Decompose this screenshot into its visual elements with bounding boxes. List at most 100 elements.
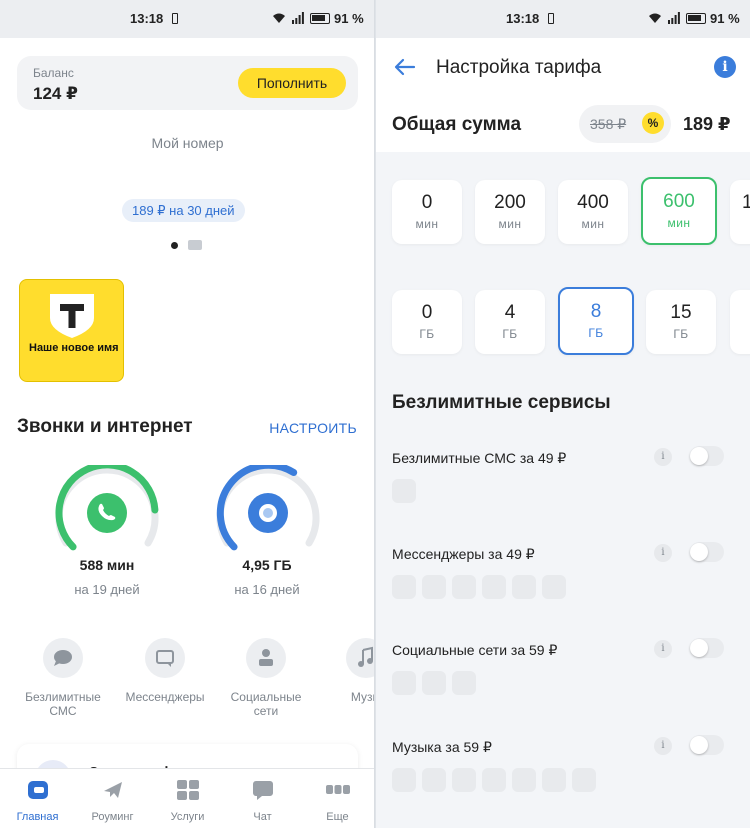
service-app-icon bbox=[542, 575, 566, 599]
service-unlimited-sms[interactable]: Безлимитные СМС bbox=[15, 638, 111, 718]
tab-roaming[interactable]: Роуминг bbox=[75, 779, 150, 823]
chat-icon bbox=[252, 781, 273, 800]
info-icon[interactable]: i bbox=[714, 56, 736, 78]
unlimited-sms-toggle[interactable] bbox=[690, 446, 724, 466]
info-icon[interactable]: i bbox=[654, 448, 672, 466]
bottom-tab-bar: Главная Роуминг Услуги Чат Еще bbox=[0, 768, 374, 828]
battery-percent: 91 % bbox=[710, 11, 740, 26]
option-value: 400 bbox=[577, 192, 609, 213]
service-app-icon bbox=[392, 575, 416, 599]
option-value: 4 bbox=[504, 302, 516, 323]
tab-label: Чат bbox=[253, 811, 272, 823]
tab-label: Главная bbox=[16, 811, 59, 823]
option-unit: мин bbox=[498, 217, 522, 231]
tab-home[interactable]: Главная bbox=[0, 779, 75, 823]
balance-value: 124 ₽ bbox=[33, 84, 78, 103]
tab-services[interactable]: Услуги bbox=[150, 779, 225, 823]
minutes-option-400[interactable]: 400 мин bbox=[558, 180, 628, 244]
brand-banner[interactable]: Наше новое имя bbox=[19, 279, 124, 382]
tab-label: Услуги bbox=[170, 811, 205, 823]
service-app-icon bbox=[512, 768, 536, 792]
service-app-icon bbox=[422, 575, 446, 599]
back-arrow-icon[interactable] bbox=[394, 58, 416, 76]
minutes-ring[interactable] bbox=[52, 465, 162, 555]
unlimited-name: Безлимитные СМС за 49 ₽ bbox=[392, 450, 567, 466]
messengers-toggle[interactable] bbox=[690, 542, 724, 562]
music-icons bbox=[392, 768, 602, 797]
service-social[interactable]: Социальные сети bbox=[218, 638, 314, 718]
tariff-settings-screen: 13:18 91 % Настройка тарифа i Общая сумм… bbox=[376, 0, 750, 828]
option-value: 0 bbox=[421, 192, 433, 213]
tab-more[interactable]: Еще bbox=[300, 779, 374, 823]
minutes-option-600-selected[interactable]: 600 мин bbox=[641, 177, 717, 245]
gb-option-0[interactable]: 0 ГБ bbox=[392, 290, 462, 354]
service-app-icon bbox=[512, 575, 536, 599]
battery-icon bbox=[310, 13, 330, 24]
service-label: Социальные сети bbox=[230, 690, 302, 718]
minutes-option-partial[interactable]: 1 bbox=[730, 180, 750, 244]
new-price: 189 ₽ bbox=[683, 114, 731, 134]
music-toggle[interactable] bbox=[690, 735, 724, 755]
wifi-icon bbox=[273, 13, 285, 23]
option-value: 0 bbox=[421, 302, 433, 323]
gb-option-8-selected[interactable]: 8 ГБ bbox=[558, 287, 634, 355]
pager-add-icon[interactable] bbox=[188, 240, 202, 250]
option-unit: ГБ bbox=[419, 327, 435, 341]
data-value: 4,95 ГБ bbox=[242, 557, 292, 573]
balance-label: Баланс bbox=[33, 66, 74, 80]
tariff-price-pill[interactable]: 189 ₽ на 30 дней bbox=[122, 199, 245, 222]
status-time: 13:18 bbox=[506, 11, 540, 26]
more-dots-icon bbox=[325, 785, 350, 794]
data-ring[interactable] bbox=[213, 465, 323, 555]
option-unit: ГБ bbox=[673, 327, 689, 341]
music-icon bbox=[358, 646, 373, 667]
info-icon[interactable]: i bbox=[654, 640, 672, 658]
status-bar: 13:18 91 % bbox=[0, 0, 374, 38]
brand-text: Наше новое имя bbox=[29, 342, 119, 354]
service-app-icon bbox=[542, 768, 566, 792]
section-title: Звонки и интернет bbox=[17, 416, 193, 437]
service-app-icon bbox=[452, 575, 476, 599]
service-app-icon bbox=[422, 671, 446, 695]
discount-percent-icon: % bbox=[642, 112, 664, 134]
minutes-option-0[interactable]: 0 мин bbox=[392, 180, 462, 244]
tab-chat[interactable]: Чат bbox=[225, 779, 300, 823]
status-time: 13:18 bbox=[130, 11, 164, 26]
minutes-sub: на 19 дней bbox=[74, 582, 140, 597]
unlimited-name: Социальные сети за 59 ₽ bbox=[392, 642, 558, 658]
service-music[interactable]: Музы bbox=[318, 638, 374, 704]
gb-option-15[interactable]: 15 ГБ bbox=[646, 290, 716, 354]
battery-icon bbox=[686, 13, 706, 24]
service-app-icon bbox=[392, 671, 416, 695]
messengers-icons bbox=[392, 575, 572, 604]
unlimited-name: Мессенджеры за 49 ₽ bbox=[392, 546, 535, 562]
minutes-value: 588 мин bbox=[79, 557, 135, 573]
service-app-icon bbox=[422, 768, 446, 792]
unlimited-section-title: Безлимитные сервисы bbox=[392, 392, 611, 413]
option-unit: ГБ bbox=[588, 326, 604, 340]
signal-icon bbox=[292, 12, 304, 24]
wifi-icon bbox=[649, 13, 661, 23]
service-app-icon bbox=[392, 768, 416, 792]
service-messengers[interactable]: Мессенджеры bbox=[117, 638, 213, 704]
minutes-option-200[interactable]: 200 мин bbox=[475, 180, 545, 244]
option-unit: мин bbox=[415, 217, 439, 231]
service-label: Безлимитные СМС bbox=[25, 690, 101, 718]
configure-link[interactable]: НАСТРОИТЬ bbox=[269, 420, 357, 436]
total-label: Общая сумма bbox=[392, 114, 522, 135]
social-toggle[interactable] bbox=[690, 638, 724, 658]
info-icon[interactable]: i bbox=[654, 544, 672, 562]
unlimited-sms-icons bbox=[392, 479, 422, 508]
service-app-icon bbox=[482, 768, 506, 792]
gb-option-4[interactable]: 4 ГБ bbox=[475, 290, 545, 354]
gb-option-partial[interactable] bbox=[730, 290, 750, 354]
battery-percent: 91 % bbox=[334, 11, 364, 26]
messenger-icon bbox=[156, 650, 174, 667]
people-icon bbox=[259, 649, 273, 666]
option-value: 15 bbox=[670, 302, 692, 323]
my-number-label[interactable]: Мой номер bbox=[0, 135, 374, 151]
info-icon[interactable]: i bbox=[654, 737, 672, 755]
music-row: Музыка за 59 ₽ i bbox=[392, 735, 734, 756]
topup-button[interactable]: Пополнить bbox=[238, 68, 346, 98]
service-label: Мессенджеры bbox=[125, 690, 205, 704]
